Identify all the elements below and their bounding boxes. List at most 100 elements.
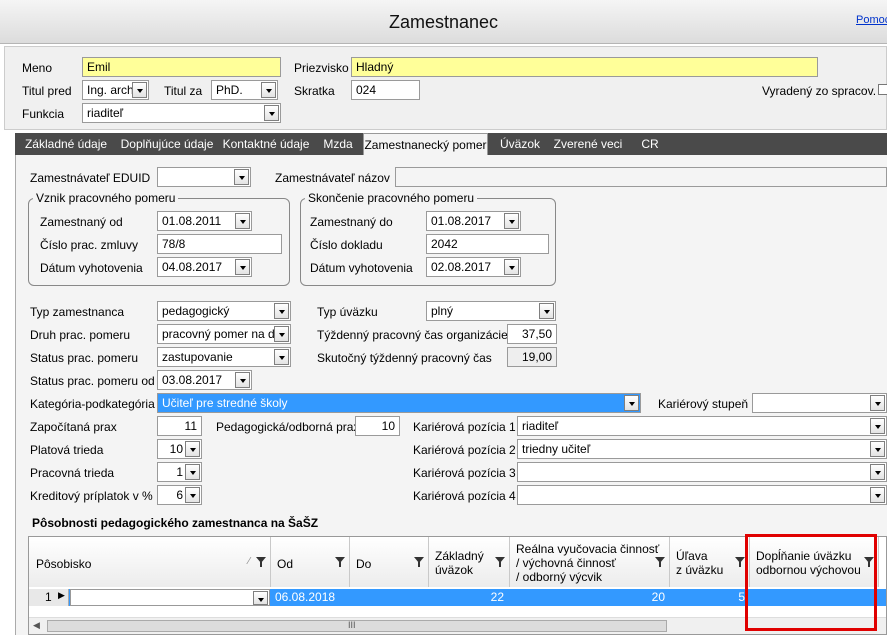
chevron-down-icon[interactable] bbox=[261, 82, 276, 98]
realna-cell[interactable]: 20 bbox=[510, 589, 665, 606]
scroll-left-icon[interactable]: ◀ bbox=[33, 620, 40, 631]
eduid-select[interactable] bbox=[157, 167, 251, 187]
tab-zverene-veci[interactable]: Zverené veci bbox=[548, 133, 628, 155]
help-link[interactable]: Pomoc bbox=[856, 14, 887, 26]
filter-icon[interactable] bbox=[335, 557, 345, 567]
scrollbar-thumb[interactable]: III bbox=[47, 620, 667, 632]
chevron-down-icon[interactable] bbox=[870, 487, 885, 503]
skutocny-cas-input: 19,00 bbox=[507, 347, 557, 367]
cislo-zmluvy-input[interactable]: 78/8 bbox=[157, 234, 282, 254]
filter-icon[interactable] bbox=[655, 557, 665, 567]
kp3-select[interactable] bbox=[517, 462, 887, 482]
skoncenie-datum-date[interactable]: 02.08.2017 bbox=[426, 257, 521, 277]
zamestnany-od-date[interactable]: 01.08.2011 bbox=[157, 211, 252, 231]
kp4-select[interactable] bbox=[517, 485, 887, 505]
chevron-down-icon[interactable] bbox=[870, 464, 885, 480]
chevron-down-icon[interactable] bbox=[504, 259, 519, 275]
tab-kontaktne-udaje[interactable]: Kontaktné údaje bbox=[217, 133, 315, 155]
kreditovy-priplatok-select[interactable]: 6 bbox=[157, 485, 202, 505]
status-pomeru-select[interactable]: zastupovanie bbox=[157, 347, 291, 367]
col-header-zakladny[interactable]: Základný úväzok bbox=[429, 537, 510, 587]
highlight-annotation bbox=[745, 534, 877, 631]
zamestnany-do-date[interactable]: 01.08.2017 bbox=[426, 211, 521, 231]
tab-cr[interactable]: CR bbox=[635, 133, 665, 155]
karierny-stupen-select[interactable] bbox=[752, 393, 887, 413]
chevron-down-icon[interactable] bbox=[185, 441, 200, 457]
vznik-datum-value: 04.08.2017 bbox=[162, 260, 223, 274]
vznik-datum-date[interactable]: 04.08.2017 bbox=[157, 257, 252, 277]
chevron-down-icon[interactable] bbox=[235, 259, 250, 275]
filter-icon[interactable] bbox=[256, 557, 266, 567]
col-header-ulava[interactable]: Úľava z úväzku bbox=[670, 537, 750, 587]
kp2-select[interactable]: triedny učiteľ bbox=[517, 439, 887, 459]
vznik-title: Vznik pracovného pomeru bbox=[33, 191, 179, 205]
row-number: 1 bbox=[45, 590, 52, 604]
pracovna-trieda-select[interactable]: 1 bbox=[157, 462, 202, 482]
chevron-down-icon[interactable] bbox=[870, 418, 885, 434]
pedagogicka-prax-input[interactable]: 10 bbox=[355, 416, 400, 436]
typ-uvazku-select[interactable]: plný bbox=[426, 301, 556, 321]
chevron-down-icon[interactable] bbox=[274, 326, 289, 342]
typ-uvazku-label: Typ úväzku bbox=[317, 305, 378, 319]
chevron-down-icon[interactable] bbox=[870, 395, 885, 411]
kategoria-value: Učiteľ pre stredné školy bbox=[162, 396, 288, 410]
meno-input[interactable]: Emil bbox=[82, 57, 281, 77]
zakladny-cell[interactable]: 22 bbox=[429, 589, 504, 606]
typ-zamestnanca-value: pedagogický bbox=[162, 304, 230, 318]
col-header-do[interactable]: Do bbox=[350, 537, 429, 587]
nazov-input[interactable] bbox=[395, 167, 887, 187]
filter-icon[interactable] bbox=[414, 557, 424, 567]
chevron-down-icon[interactable] bbox=[185, 464, 200, 480]
druh-pomeru-value: pracovný pomer na dob bbox=[162, 327, 289, 341]
tab-mzda[interactable]: Mzda bbox=[315, 133, 361, 155]
status-pomeru-label: Status prac. pomeru bbox=[30, 351, 139, 365]
tab-doplnujuce-udaje[interactable]: Doplňujúce údaje bbox=[117, 133, 217, 155]
chevron-down-icon[interactable] bbox=[870, 441, 885, 457]
col-header-od[interactable]: Od bbox=[271, 537, 350, 587]
titul-za-select[interactable]: PhD. bbox=[211, 80, 278, 100]
chevron-down-icon[interactable] bbox=[624, 395, 639, 411]
tab-zamestnanecky-pomer[interactable]: Zamestnanecký pomer bbox=[363, 133, 488, 155]
chevron-down-icon[interactable] bbox=[185, 487, 200, 503]
chevron-down-icon[interactable] bbox=[234, 169, 249, 185]
chevron-down-icon[interactable] bbox=[539, 303, 554, 319]
kp1-select[interactable]: riaditeľ bbox=[517, 416, 887, 436]
pracovna-trieda-value: 1 bbox=[176, 465, 183, 479]
tab-zakladne-udaje[interactable]: Základné údaje bbox=[15, 133, 117, 155]
platova-trieda-select[interactable]: 10 bbox=[157, 439, 202, 459]
kp2-value: triedny učiteľ bbox=[522, 442, 591, 456]
titul-pred-select[interactable]: Ing. arch. bbox=[82, 80, 149, 100]
ulava-cell[interactable]: 5 bbox=[670, 589, 745, 606]
chevron-down-icon[interactable] bbox=[264, 105, 279, 121]
funkcia-select[interactable]: riaditeľ bbox=[82, 103, 281, 123]
tab-uvazok[interactable]: Úväzok bbox=[494, 133, 546, 155]
chevron-down-icon[interactable] bbox=[132, 82, 147, 98]
od-cell[interactable]: 06.08.2018 bbox=[275, 589, 335, 606]
kategoria-select[interactable]: Učiteľ pre stredné školy bbox=[157, 393, 641, 413]
vyradeny-checkbox[interactable] bbox=[878, 84, 887, 95]
zapocitana-prax-input[interactable]: 11 bbox=[157, 416, 202, 436]
kp1-value: riaditeľ bbox=[522, 419, 559, 433]
chevron-down-icon[interactable] bbox=[274, 303, 289, 319]
druh-pomeru-select[interactable]: pracovný pomer na dob bbox=[157, 324, 291, 344]
cislo-dokladu-input[interactable]: 2042 bbox=[426, 234, 549, 254]
chevron-down-icon[interactable] bbox=[235, 372, 250, 388]
typ-zamestnanca-select[interactable]: pedagogický bbox=[157, 301, 291, 321]
cislo-zmluvy-label: Číslo prac. zmluvy bbox=[40, 238, 139, 252]
chevron-down-icon[interactable] bbox=[274, 349, 289, 365]
chevron-down-icon[interactable] bbox=[253, 591, 268, 605]
row-selector[interactable]: 1 ▶ bbox=[29, 589, 69, 606]
chevron-down-icon[interactable] bbox=[235, 213, 250, 229]
posobisko-cell-select[interactable] bbox=[70, 589, 270, 606]
chevron-down-icon[interactable] bbox=[504, 213, 519, 229]
status-od-date[interactable]: 03.08.2017 bbox=[157, 370, 252, 390]
filter-icon[interactable] bbox=[735, 557, 745, 567]
typ-uvazku-value: plný bbox=[431, 304, 454, 318]
row-pointer-icon: ▶ bbox=[58, 590, 65, 600]
col-header-posobisko[interactable]: Pôsobisko ⁄ bbox=[29, 537, 271, 587]
skratka-input[interactable]: 024 bbox=[351, 80, 420, 100]
tyzdenny-cas-input[interactable]: 37,50 bbox=[507, 324, 557, 344]
priezvisko-input[interactable]: Hladný bbox=[351, 57, 818, 77]
col-header-realna[interactable]: Reálna vyučovacia činnosť / výchovná čin… bbox=[510, 537, 670, 587]
filter-icon[interactable] bbox=[495, 557, 505, 567]
